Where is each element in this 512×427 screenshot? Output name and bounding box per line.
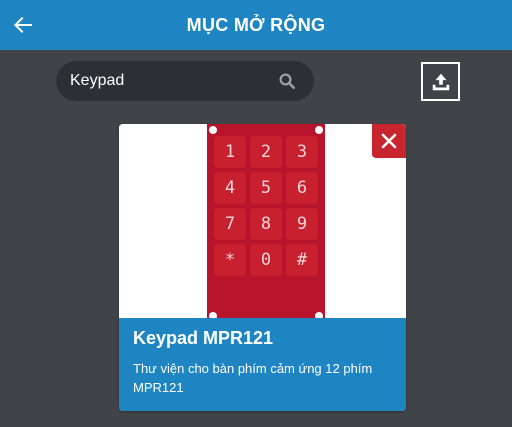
page-title: MỤC MỞ RỘNG (186, 14, 326, 35)
keypad-key: 4 (214, 172, 246, 204)
keypad-key: * (214, 244, 246, 276)
remove-extension-button[interactable] (372, 124, 406, 158)
keypad-key: 0 (250, 244, 282, 276)
header-bar: MỤC MỞ RỘNG (0, 0, 512, 50)
keypad-key: 6 (286, 172, 318, 204)
keypad-board: 1 2 3 4 5 6 7 8 9 * 0 # (207, 124, 325, 320)
keypad-key: # (286, 244, 318, 276)
search-box[interactable] (56, 61, 314, 101)
search-input[interactable] (68, 71, 274, 91)
mount-hole (209, 126, 217, 134)
keypad-key: 3 (286, 136, 318, 168)
arrow-left-icon (14, 17, 32, 33)
search-icon[interactable] (278, 72, 296, 90)
extension-card[interactable]: 1 2 3 4 5 6 7 8 9 * 0 # Keypad MPR121 Th… (119, 124, 406, 411)
back-button[interactable] (8, 10, 38, 40)
keypad-key: 7 (214, 208, 246, 240)
keypad-key: 2 (250, 136, 282, 168)
mount-hole (315, 126, 323, 134)
extension-description: Thư viện cho bàn phím cảm ứng 12 phím MP… (133, 361, 373, 395)
keypad-key: 1 (214, 136, 246, 168)
upload-button[interactable] (421, 62, 460, 101)
extension-title: Keypad MPR121 (133, 328, 274, 348)
close-icon (381, 133, 397, 149)
keypad-key: 5 (250, 172, 282, 204)
upload-icon (432, 73, 449, 90)
keypad-key: 9 (286, 208, 318, 240)
extension-info: Keypad MPR121 Thư viện cho bàn phím cảm … (119, 318, 406, 411)
keypad-key: 8 (250, 208, 282, 240)
extension-image: 1 2 3 4 5 6 7 8 9 * 0 # (119, 124, 406, 320)
